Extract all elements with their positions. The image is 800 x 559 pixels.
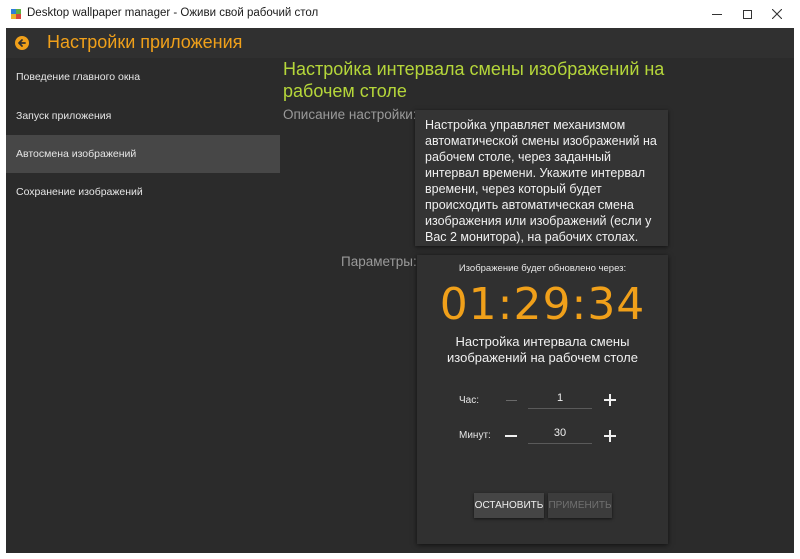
sidebar-item-auto-change[interactable]: Автосмена изображений: [6, 135, 280, 173]
sidebar-item-app-startup[interactable]: Запуск приложения: [6, 97, 280, 135]
back-button[interactable]: [15, 36, 29, 50]
setting-title: Настройка интервала смены изображений на…: [283, 59, 665, 101]
minutes-label: Минут:: [459, 430, 491, 441]
sidebar: Поведение главного окна Запуск приложени…: [6, 58, 280, 553]
minutes-decrement-button[interactable]: [503, 428, 519, 444]
close-icon: [772, 9, 782, 19]
minus-icon: [505, 399, 517, 401]
app-logo-icon: [11, 9, 21, 19]
hours-decrement-button[interactable]: [503, 392, 519, 408]
sidebar-item-window-behavior[interactable]: Поведение главного окна: [6, 58, 280, 96]
page-title: Настройки приложения: [47, 32, 243, 52]
params-label: Параметры:: [341, 254, 417, 269]
hours-label: Час:: [459, 395, 480, 406]
minutes-increment-button[interactable]: [602, 428, 618, 444]
hours-input[interactable]: 1: [528, 389, 592, 409]
window-title: Desktop wallpaper manager - Оживи свой р…: [27, 7, 319, 19]
close-button[interactable]: [754, 0, 800, 28]
maximize-icon: [742, 9, 752, 19]
minutes-input[interactable]: 30: [528, 424, 592, 444]
minimize-icon: [712, 13, 722, 15]
sidebar-item-save-images[interactable]: Сохранение изображений: [6, 173, 280, 211]
app-body: Настройки приложения Поведение главного …: [6, 28, 794, 553]
countdown-caption: Изображение будет обновлено через:: [458, 263, 627, 274]
description-label: Описание настройки:: [283, 107, 417, 122]
countdown-timer: 01:29:34: [439, 279, 646, 330]
stop-button[interactable]: ОСТАНОВИТЬ: [474, 493, 544, 518]
description-box: Настройка управляет механизмом автоматич…: [415, 110, 668, 246]
app-window: Desktop wallpaper manager - Оживи свой р…: [0, 0, 800, 559]
params-panel: Изображение будет обновлено через: 01:29…: [417, 255, 668, 544]
hours-increment-button[interactable]: [602, 392, 618, 408]
app-header: Настройки приложения: [6, 28, 794, 58]
apply-button[interactable]: ПРИМЕНИТЬ: [548, 493, 612, 518]
arrow-left-icon: [18, 39, 26, 47]
minus-icon: [505, 435, 517, 437]
title-bar: Desktop wallpaper manager - Оживи свой р…: [0, 0, 800, 28]
panel-caption: Настройка интервала смены изображений на…: [447, 334, 638, 365]
